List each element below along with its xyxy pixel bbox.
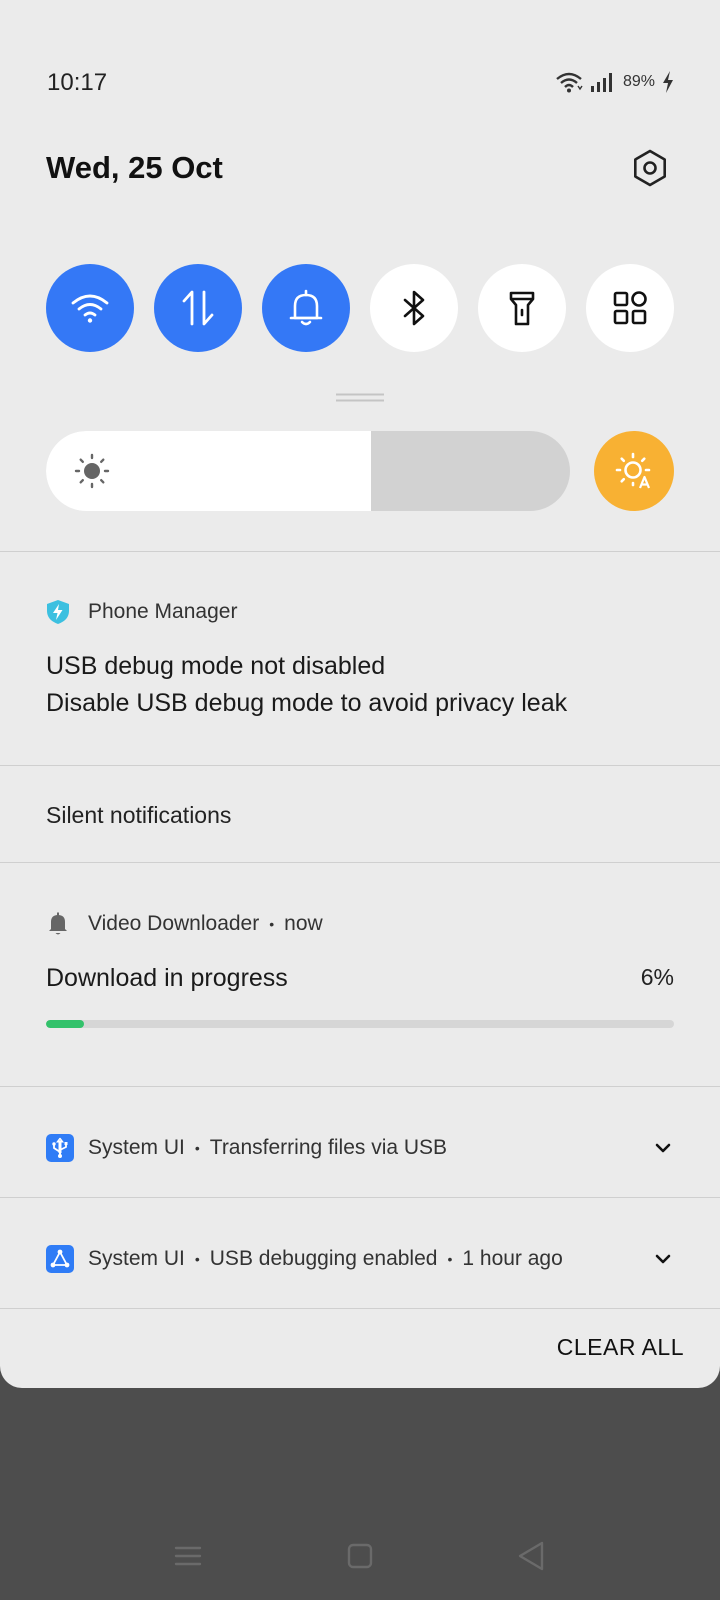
notification-title: USB debug mode not disabled [46, 652, 386, 680]
notification-app-name: System UI [88, 1247, 185, 1270]
separator-dot: • [269, 916, 275, 932]
brightness-slider[interactable] [46, 431, 570, 511]
notification-app-row: Video Downloader • now [46, 912, 323, 936]
chevron-down-icon[interactable] [652, 1137, 674, 1159]
divider [0, 1308, 720, 1309]
tile-flashlight[interactable] [478, 264, 566, 352]
notification-app-name: System UI [88, 1136, 185, 1159]
notification-usb-transfer[interactable]: System UI • Transferring files via USB [46, 1133, 674, 1163]
date-label: Wed, 25 Oct [46, 150, 223, 185]
menu-icon[interactable] [168, 1536, 208, 1576]
bell-icon [289, 289, 323, 326]
bluetooth-icon [403, 290, 425, 326]
brightness-icon [74, 453, 110, 489]
notification-app-name: Video Downloader [88, 912, 260, 935]
notification-usb-debugging[interactable]: System UI • USB debugging enabled • 1 ho… [46, 1244, 674, 1274]
data-arrows-icon [182, 290, 214, 326]
battery-percent: 89% [622, 73, 655, 90]
divider [0, 765, 720, 766]
notification-text: Transferring files via USB [209, 1136, 448, 1159]
notification-shade: 10:17 89% Wed, 25 Oct Phone Manager USB … [0, 0, 720, 1388]
tile-wifi[interactable] [46, 264, 134, 352]
download-progress-fill [46, 1020, 84, 1028]
divider [0, 1197, 720, 1198]
signal-icon [590, 73, 612, 92]
notification-app-row: Phone Manager [46, 600, 237, 624]
divider [0, 1086, 720, 1087]
tile-bluetooth[interactable] [370, 264, 458, 352]
wifi-icon [556, 72, 583, 93]
chevron-down-icon[interactable] [652, 1248, 674, 1270]
separator-dot: • [194, 1140, 200, 1156]
grid-icon [613, 291, 647, 325]
debug-icon [46, 1245, 74, 1273]
shield-icon [46, 600, 70, 624]
status-time: 10:17 [47, 69, 108, 96]
charging-icon [663, 71, 673, 93]
auto-brightness-icon [615, 452, 651, 489]
status-icons: 89% [555, 70, 675, 94]
clear-all-button[interactable]: CLEAR ALL [557, 1334, 684, 1361]
settings-icon[interactable] [630, 148, 670, 188]
separator-dot: • [194, 1251, 200, 1267]
tile-mobile-data[interactable] [154, 264, 242, 352]
notification-app-name: Phone Manager [88, 600, 238, 623]
notification-text: Disable USB debug mode to avoid privacy … [46, 689, 568, 717]
notification-text: USB debugging enabled [209, 1247, 438, 1270]
home-icon[interactable] [340, 1536, 380, 1576]
wifi-icon [71, 294, 109, 323]
separator-dot: • [447, 1251, 453, 1267]
back-icon[interactable] [512, 1536, 552, 1576]
notification-title: Download in progress [46, 964, 288, 992]
divider [0, 551, 720, 552]
divider [0, 862, 720, 863]
flashlight-icon [509, 291, 535, 326]
notification-time: now [284, 912, 323, 935]
tile-sound[interactable] [262, 264, 350, 352]
download-progress-bar [46, 1020, 674, 1028]
notification-time: 1 hour ago [462, 1247, 563, 1270]
auto-brightness-button[interactable] [594, 431, 674, 511]
drag-handle[interactable] [336, 393, 384, 402]
tile-more[interactable] [586, 264, 674, 352]
status-bar: 10:17 89% [47, 66, 675, 100]
quick-settings-tiles [46, 264, 674, 352]
usb-icon [46, 1134, 74, 1162]
bell-icon [46, 912, 70, 936]
silent-notifications-header: Silent notifications [46, 802, 232, 828]
navigation-bar [0, 1520, 720, 1590]
download-percent: 6% [640, 964, 674, 990]
